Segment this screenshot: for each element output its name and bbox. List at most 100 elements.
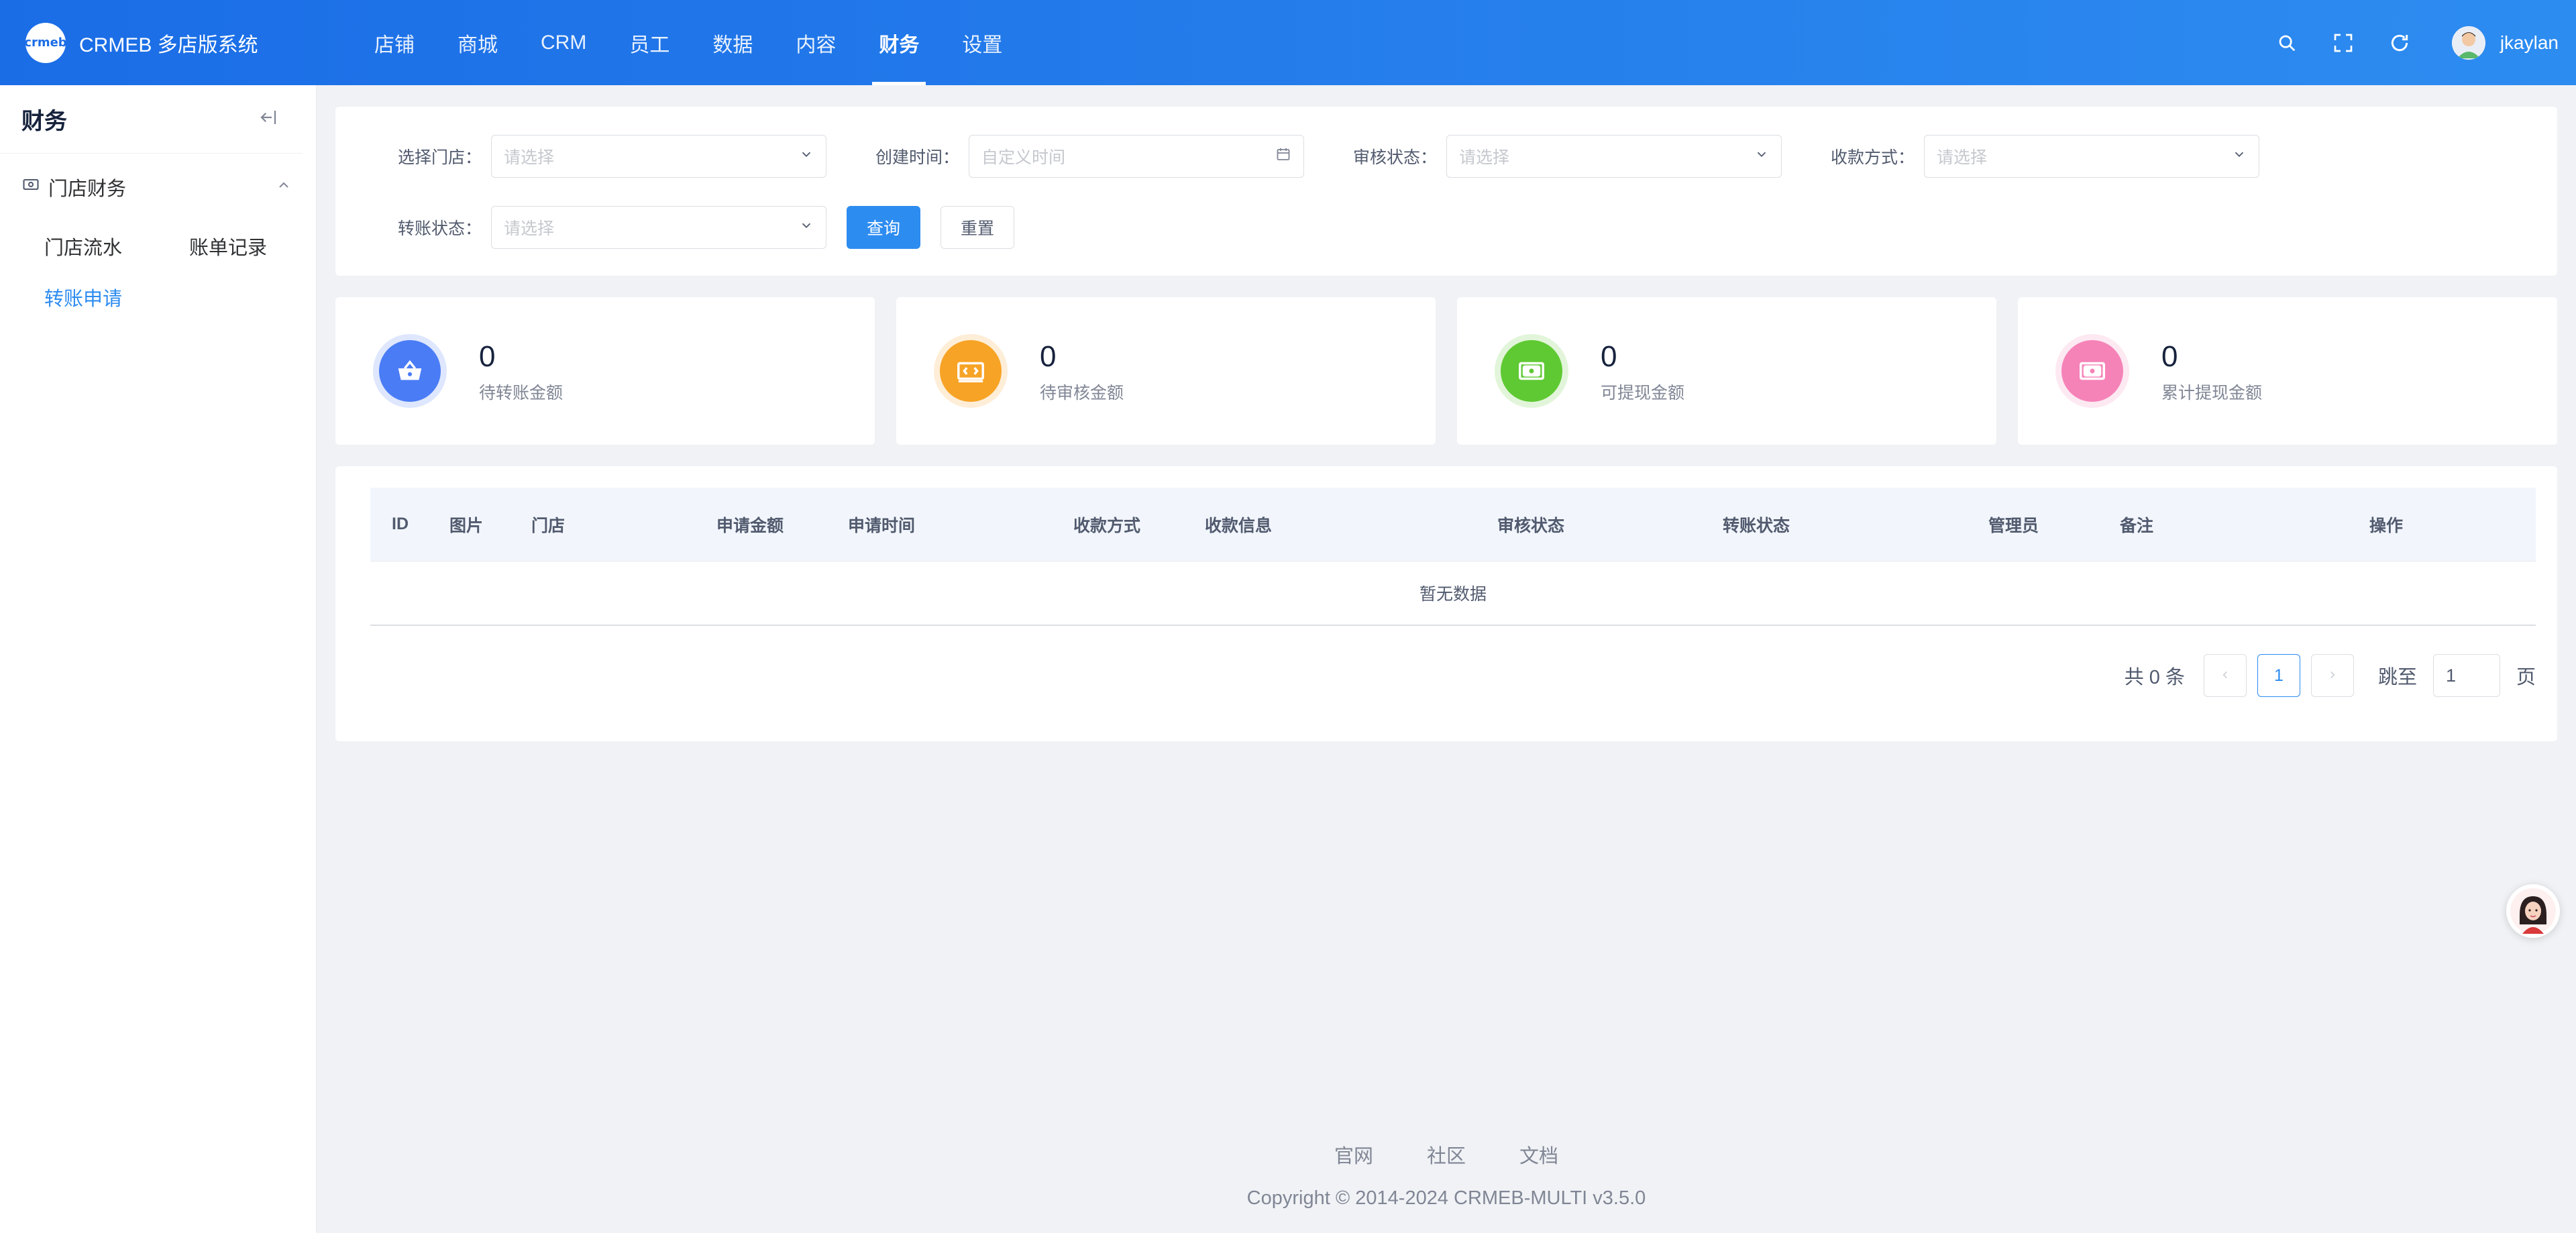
fullscreen-icon[interactable] [2328, 28, 2358, 58]
stat-icon-wrap [1495, 334, 1568, 408]
stat-card-pending-transfer: 0 待转账金额 [335, 297, 875, 445]
stat-value: 0 [1040, 340, 1057, 373]
stat-icon-wrap [2055, 334, 2129, 408]
money-icon [940, 340, 1002, 402]
main-content: 选择门店： 请选择 创建时间： 自定义时间 审核状态： 请选择 收款方式： 请选… [335, 107, 2557, 741]
payment-method-placeholder: 请选择 [1937, 148, 1988, 167]
footer-links: 官网 社区 文档 [317, 1140, 2576, 1169]
table-empty-row: 暂无数据 [370, 561, 2536, 626]
col-image: 图片 [449, 516, 484, 535]
sidebar-item-store-flow[interactable]: 门店流水 [44, 221, 189, 272]
chevron-up-icon [276, 176, 292, 199]
col-remark: 备注 [2120, 516, 2154, 535]
stat-label: 待转账金额 [479, 384, 564, 403]
nav-item-finance[interactable]: 财务 [857, 0, 941, 85]
nav-item-store[interactable]: 店铺 [353, 0, 436, 85]
chevron-right-icon [2326, 666, 2339, 686]
footer-link-official-site[interactable]: 官网 [1334, 1140, 1373, 1169]
store-select[interactable]: 请选择 [491, 135, 826, 178]
refresh-icon[interactable] [2385, 28, 2414, 58]
query-button[interactable]: 查询 [847, 206, 920, 249]
col-transfer-status: 转账状态 [1723, 516, 1790, 535]
logo[interactable]: crmeb CRMEB 多店版系统 [24, 22, 307, 63]
copyright: Copyright © 2014-2024 CRMEB-MULTI v3.5.0 [1246, 1187, 1646, 1209]
payment-method-label: 收款方式： [1830, 148, 1915, 167]
chevron-down-icon [799, 147, 814, 166]
nav-item-crm[interactable]: CRM [519, 0, 608, 85]
stat-value: 0 [1601, 340, 1617, 373]
transfer-status-placeholder: 请选择 [504, 219, 555, 238]
stats-row: 0 待转账金额 0 待审核金额 0 可提现金额 0 累计提现金额 [335, 297, 2557, 445]
customer-service-avatar-icon[interactable] [2506, 884, 2560, 938]
stat-card-total-withdrawn: 0 累计提现金额 [2018, 297, 2557, 445]
reset-button[interactable]: 重置 [941, 206, 1014, 249]
col-actions: 操作 [2369, 516, 2404, 535]
filter-row-2: 转账状态： 请选择 查询 重置 [335, 206, 2557, 249]
pagination: 共 0 条 1 跳至 1 页 [370, 654, 2536, 697]
sidebar-item-bill-records[interactable]: 账单记录 [189, 221, 337, 272]
chevron-down-icon [1754, 147, 1769, 166]
calendar-icon [1275, 146, 1291, 167]
sidebar-item-transfer-request[interactable]: 转账申请 [44, 272, 189, 323]
col-review-status: 审核状态 [1497, 516, 1565, 535]
cash-icon [1501, 340, 1562, 402]
search-icon[interactable] [2272, 28, 2302, 58]
chevron-left-icon [2219, 666, 2231, 686]
nav-item-mall[interactable]: 商城 [436, 0, 519, 85]
chevron-down-icon [2232, 147, 2247, 166]
nav-item-settings[interactable]: 设置 [941, 0, 1024, 85]
collapse-sidebar-icon[interactable] [258, 107, 278, 131]
table-header: ID 图片 门店 申请金额 申请时间 收款方式 收款信息 审核状态 转账状态 管… [370, 488, 2536, 561]
jump-label: 跳至 [2377, 667, 2417, 688]
nav-item-staff[interactable]: 员工 [608, 0, 691, 85]
stat-card-withdrawable: 0 可提现金额 [1457, 297, 1996, 445]
jump-page-input[interactable]: 1 [2432, 654, 2500, 697]
sidebar-group-label: 门店财务 [48, 178, 127, 200]
stat-text: 0 可提现金额 [1601, 338, 1684, 404]
footer: 官网 社区 文档 Copyright © 2014-2024 CRMEB-MUL… [317, 1140, 2576, 1210]
col-payment-info: 收款信息 [1205, 516, 1273, 535]
footer-link-docs[interactable]: 文档 [1519, 1140, 1558, 1169]
sidebar-submenu: 门店流水 账单记录 转账申请 [0, 221, 316, 323]
main-nav: 店铺 商城 CRM 员工 数据 内容 财务 设置 [353, 0, 1024, 85]
username[interactable]: jkaylan [2500, 32, 2559, 54]
stat-card-pending-review: 0 待审核金额 [896, 297, 1436, 445]
payment-method-select[interactable]: 请选择 [1924, 135, 2259, 178]
top-header: crmeb CRMEB 多店版系统 店铺 商城 CRM 员工 数据 内容 财务 … [0, 0, 2576, 85]
sidebar-header: 财务 [0, 85, 303, 154]
review-status-select[interactable]: 请选择 [1446, 135, 1782, 178]
store-filter-label: 选择门店： [397, 148, 482, 167]
money-icon [21, 175, 40, 199]
footer-link-community[interactable]: 社区 [1427, 1140, 1466, 1169]
transfer-status-label: 转账状态： [397, 219, 482, 238]
nav-item-data[interactable]: 数据 [691, 0, 774, 85]
sidebar: 财务 门店财务 门店流水 账单记录 转账申请 [0, 85, 317, 1233]
transfer-status-select[interactable]: 请选择 [491, 206, 826, 249]
sidebar-title: 财务 [21, 109, 67, 134]
stat-text: 0 待转账金额 [479, 338, 563, 404]
filter-panel: 选择门店： 请选择 创建时间： 自定义时间 审核状态： 请选择 收款方式： 请选… [335, 107, 2557, 276]
sidebar-group-store-finance[interactable]: 门店财务 [0, 154, 316, 221]
header-actions: jkaylan [2259, 25, 2559, 60]
stat-label: 可提现金额 [1601, 384, 1685, 403]
page-suffix: 页 [2516, 667, 2536, 688]
col-apply-amount: 申请金额 [716, 516, 784, 535]
stat-icon-wrap [934, 334, 1008, 408]
page-1-button[interactable]: 1 [2257, 654, 2300, 697]
col-payment-method: 收款方式 [1073, 516, 1141, 535]
review-status-label: 审核状态： [1352, 148, 1437, 167]
stat-value: 0 [2161, 340, 2178, 373]
nav-item-content[interactable]: 内容 [774, 0, 857, 85]
stat-label: 待审核金额 [1040, 384, 1124, 403]
review-status-placeholder: 请选择 [1459, 148, 1510, 167]
logo-icon: crmeb [24, 22, 67, 63]
next-page-button[interactable] [2310, 654, 2354, 697]
user-avatar[interactable] [2451, 25, 2485, 60]
table-panel: ID 图片 门店 申请金额 申请时间 收款方式 收款信息 审核状态 转账状态 管… [335, 466, 2557, 741]
col-id: ID [392, 515, 409, 533]
created-time-picker[interactable]: 自定义时间 [969, 135, 1304, 178]
created-time-placeholder: 自定义时间 [981, 148, 1066, 167]
store-select-placeholder: 请选择 [504, 148, 555, 167]
prev-page-button[interactable] [2203, 654, 2247, 697]
stat-text: 0 累计提现金额 [2161, 338, 2262, 404]
